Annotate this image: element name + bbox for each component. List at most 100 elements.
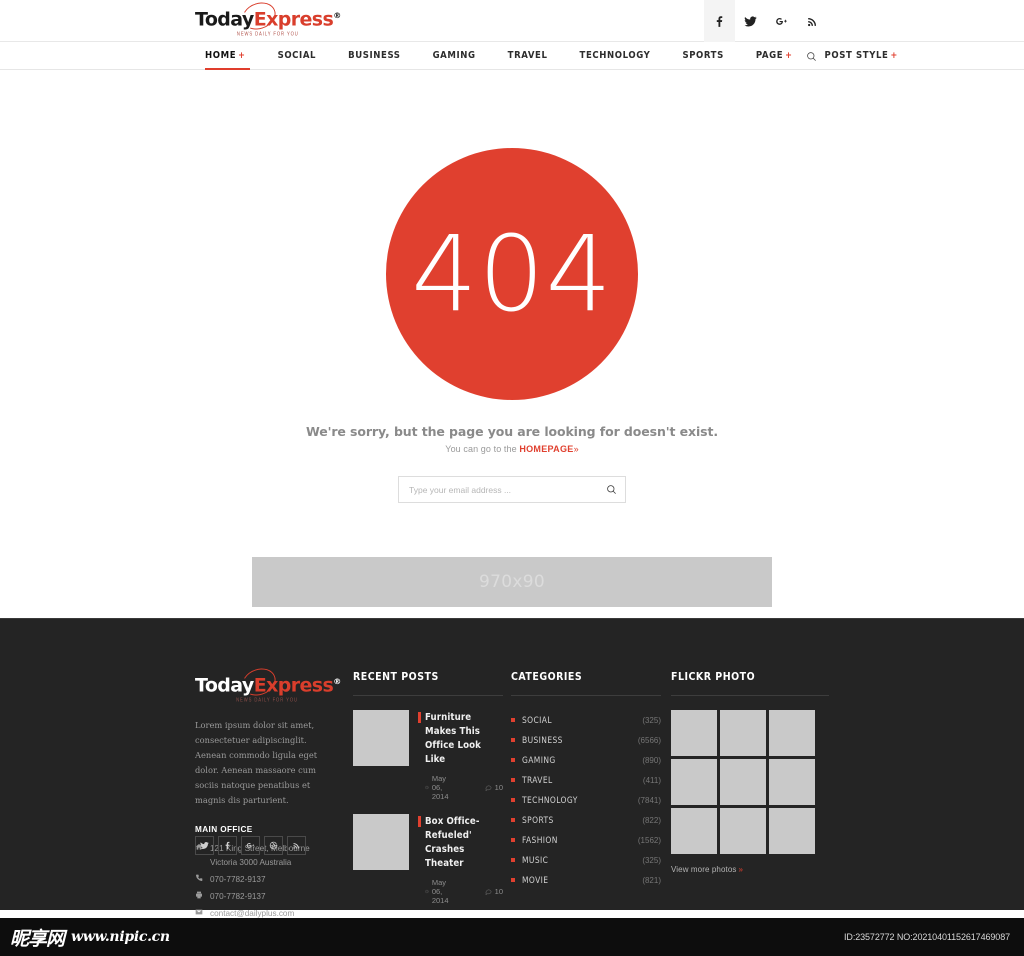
ad-banner-placeholder[interactable]: 970x90 bbox=[252, 557, 772, 607]
watermark-id: ID:23572772 NO:20210401152617469087 bbox=[844, 932, 1010, 942]
recent-post-item[interactable]: Box Office- Refueled' Crashes Theater Ma… bbox=[353, 814, 503, 905]
view-more-photos-link[interactable]: View more photos» bbox=[671, 865, 829, 874]
nav-label-business: BUSINESS bbox=[348, 50, 401, 61]
nav-label-travel: TRAVEL bbox=[507, 50, 548, 61]
facebook-icon[interactable] bbox=[218, 836, 237, 855]
post-date: May 06, 2014 bbox=[425, 774, 457, 801]
recent-post-item[interactable]: Furniture Makes This Office Look Like Ma… bbox=[353, 710, 503, 801]
divider bbox=[671, 695, 829, 696]
post-comments-count: 10 bbox=[494, 887, 503, 896]
main-office-phone: 070-7782-9137 bbox=[210, 875, 266, 885]
divider bbox=[353, 695, 503, 696]
nav-item-home[interactable]: HOME + bbox=[195, 42, 262, 70]
category-item-social[interactable]: SOCIAL (325) bbox=[511, 710, 661, 730]
error-secondary-prefix: You can go to the bbox=[445, 444, 520, 454]
footer-columns: TodayExpress® NEWS DAILY FOR YOU Lorem i… bbox=[195, 663, 829, 956]
site-footer: TodayExpress® NEWS DAILY FOR YOU Lorem i… bbox=[0, 618, 1024, 956]
nav-label-post-style: POST STYLE bbox=[824, 50, 889, 61]
category-item-music[interactable]: MUSIC (325) bbox=[511, 850, 661, 870]
watermark-brand: 昵享网 www.nipic.cn bbox=[0, 924, 170, 951]
category-count: (7841) bbox=[637, 795, 661, 805]
flickr-photo[interactable] bbox=[769, 759, 815, 805]
categories-title: CATEGORIES bbox=[511, 671, 583, 683]
post-date: May 06, 2014 bbox=[425, 878, 457, 905]
category-item-gaming[interactable]: GAMING (890) bbox=[511, 750, 661, 770]
post-body: Box Office- Refueled' Crashes Theater Ma… bbox=[418, 814, 503, 905]
flickr-photo-grid bbox=[671, 710, 829, 854]
nav-item-post-style[interactable]: POST STYLE + bbox=[809, 42, 914, 70]
nav-item-social[interactable]: SOCIAL bbox=[262, 42, 333, 70]
category-item-sports[interactable]: SPORTS (822) bbox=[511, 810, 661, 830]
flickr-photo[interactable] bbox=[769, 808, 815, 854]
google-plus-icon[interactable] bbox=[241, 836, 260, 855]
flickr-photo[interactable] bbox=[720, 808, 766, 854]
clock-icon bbox=[425, 889, 429, 894]
nav-item-technology[interactable]: TECHNOLOGY bbox=[564, 42, 667, 70]
arrow-icon: » bbox=[738, 865, 744, 874]
footer-logo[interactable]: TodayExpress® NEWS DAILY FOR YOU bbox=[195, 663, 341, 703]
chevron-plus-icon: + bbox=[890, 51, 898, 61]
logo-part2: Express bbox=[253, 8, 334, 31]
view-more-label: View more photos bbox=[671, 865, 737, 874]
bullet-icon bbox=[511, 738, 515, 742]
logo-tagline: NEWS DAILY FOR YOU bbox=[236, 30, 299, 37]
bullet-icon bbox=[511, 878, 515, 882]
nav-item-business[interactable]: BUSINESS bbox=[332, 42, 416, 70]
search-icon bbox=[606, 485, 616, 494]
comment-icon bbox=[485, 785, 491, 791]
post-comments-count: 10 bbox=[494, 783, 503, 792]
category-count: (325) bbox=[642, 715, 661, 725]
main-office-fax: 070-7782-9137 bbox=[210, 892, 266, 902]
fax-icon bbox=[195, 890, 204, 904]
chevron-plus-icon: + bbox=[238, 51, 246, 61]
dribbble-icon[interactable] bbox=[264, 836, 283, 855]
twitter-icon[interactable] bbox=[735, 0, 766, 42]
bullet-icon bbox=[511, 758, 515, 762]
rss-icon[interactable] bbox=[797, 0, 828, 42]
chevron-plus-icon: + bbox=[785, 51, 793, 61]
nav-item-sports[interactable]: SPORTS bbox=[666, 42, 739, 70]
error-message: We're sorry, but the page you are lookin… bbox=[305, 424, 719, 439]
category-name: GAMING bbox=[522, 755, 556, 765]
bullet-icon bbox=[511, 818, 515, 822]
nav-search-button[interactable] bbox=[798, 42, 824, 70]
category-item-technology[interactable]: TECHNOLOGY (7841) bbox=[511, 790, 661, 810]
nav-label-home: HOME bbox=[205, 50, 237, 61]
rss-icon[interactable] bbox=[287, 836, 306, 855]
email-input[interactable] bbox=[399, 477, 597, 502]
category-item-movie[interactable]: MOVIE (821) bbox=[511, 870, 661, 890]
category-name: TECHNOLOGY bbox=[522, 795, 578, 805]
footer-logo-text: TodayExpress® bbox=[195, 663, 341, 701]
nav-item-gaming[interactable]: GAMING bbox=[417, 42, 492, 70]
email-search-button[interactable] bbox=[597, 477, 625, 502]
error-code: 404 bbox=[411, 213, 613, 335]
post-thumbnail[interactable] bbox=[353, 814, 409, 870]
site-logo[interactable]: TodayExpress® NEWS DAILY FOR YOU bbox=[195, 0, 341, 37]
flickr-photo[interactable] bbox=[671, 808, 717, 854]
email-subscribe-box bbox=[398, 476, 626, 503]
flickr-photo[interactable] bbox=[720, 710, 766, 756]
category-item-business[interactable]: BUSINESS (6566) bbox=[511, 730, 661, 750]
category-name: TRAVEL bbox=[522, 775, 553, 785]
category-item-travel[interactable]: TRAVEL (411) bbox=[511, 770, 661, 790]
nav-item-travel[interactable]: TRAVEL bbox=[492, 42, 564, 70]
bullet-icon bbox=[511, 858, 515, 862]
watermark-logo-cn: 昵享网 bbox=[10, 927, 65, 950]
facebook-icon[interactable] bbox=[704, 0, 735, 42]
google-plus-icon[interactable] bbox=[766, 0, 797, 42]
divider bbox=[511, 695, 661, 696]
post-date-text: May 06, 2014 bbox=[431, 878, 449, 905]
post-title[interactable]: Box Office- Refueled' Crashes Theater bbox=[418, 815, 503, 871]
flickr-photo[interactable] bbox=[671, 759, 717, 805]
twitter-icon[interactable] bbox=[195, 836, 214, 855]
post-comments: 10 bbox=[485, 774, 503, 801]
flickr-photo[interactable] bbox=[671, 710, 717, 756]
post-title[interactable]: Furniture Makes This Office Look Like bbox=[418, 711, 503, 767]
post-thumbnail[interactable] bbox=[353, 710, 409, 766]
footer-logo-registered: ® bbox=[333, 677, 341, 686]
flickr-photo[interactable] bbox=[720, 759, 766, 805]
category-item-fashion[interactable]: FASHION (1562) bbox=[511, 830, 661, 850]
flickr-title: FLICKR PHOTO bbox=[671, 671, 756, 683]
flickr-photo[interactable] bbox=[769, 710, 815, 756]
homepage-link[interactable]: HOMEPAGE bbox=[519, 444, 573, 454]
